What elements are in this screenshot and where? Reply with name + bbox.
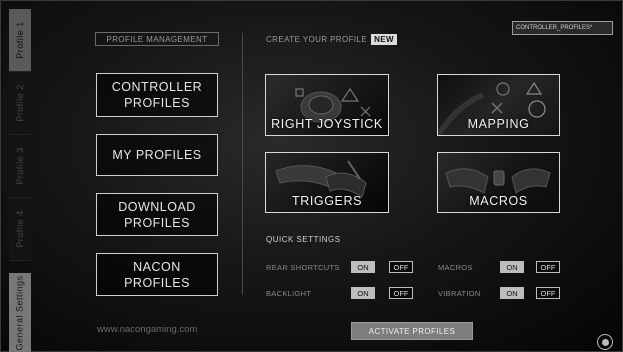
nacon-profiles-button[interactable]: NACON PROFILES: [96, 253, 218, 296]
tile-label: MAPPING: [467, 117, 530, 131]
tab-general-settings[interactable]: General Settings: [9, 273, 31, 352]
macros-label: MACROS: [438, 263, 473, 272]
profile-management-label: PROFILE MANAGEMENT: [95, 32, 219, 46]
home-circle-icon[interactable]: [597, 334, 613, 350]
tab-profile-1[interactable]: Profile 1: [9, 9, 31, 72]
macros-off-button[interactable]: OFF: [536, 261, 560, 273]
tab-label: Profile 2: [15, 84, 25, 122]
tile-label: RIGHT JOYSTICK: [271, 117, 383, 131]
tab-label: Profile 1: [15, 21, 25, 59]
create-profile-header: CREATE YOUR PROFILE NEW: [266, 34, 397, 45]
rear-shortcuts-on-button[interactable]: ON: [351, 261, 375, 273]
backlight-label: BACKLIGHT: [266, 289, 312, 298]
backlight-on-button[interactable]: ON: [351, 287, 375, 299]
controller-profiles-button[interactable]: CONTROLLER PROFILES: [96, 73, 218, 117]
right-joystick-tile[interactable]: RIGHT JOYSTICK: [265, 74, 389, 136]
download-profiles-button[interactable]: DOWNLOAD PROFILES: [96, 193, 218, 236]
tab-label: Profile 4: [15, 210, 25, 248]
quick-settings-title: QUICK SETTINGS: [266, 235, 341, 244]
profile-tabs: Profile 1 Profile 2 Profile 3 Profile 4 …: [9, 9, 31, 352]
profile-select[interactable]: CONTROLLER_PROFILES*: [512, 21, 613, 35]
backlight-off-button[interactable]: OFF: [389, 287, 413, 299]
tile-label: TRIGGERS: [291, 194, 363, 208]
home-dot: [601, 338, 609, 346]
vibration-off-button[interactable]: OFF: [536, 287, 560, 299]
triggers-tile[interactable]: TRIGGERS: [265, 152, 389, 213]
tab-label: General Settings: [15, 274, 26, 351]
my-profiles-button[interactable]: MY PROFILES: [96, 134, 218, 176]
macros-tile[interactable]: MACROS: [437, 152, 560, 213]
create-profile-label: CREATE YOUR PROFILE: [266, 35, 368, 44]
vibration-label: VIBRATION: [438, 289, 481, 298]
tab-profile-2[interactable]: Profile 2: [9, 72, 31, 135]
macros-on-button[interactable]: ON: [500, 261, 524, 273]
website-link[interactable]: www.nacongaming.com: [97, 324, 197, 335]
mapping-tile[interactable]: MAPPING: [437, 74, 560, 136]
column-divider: [242, 33, 243, 295]
tile-label: MACROS: [469, 194, 528, 208]
tab-profile-3[interactable]: Profile 3: [9, 135, 31, 198]
tab-label: Profile 3: [15, 147, 25, 185]
vibration-on-button[interactable]: ON: [500, 287, 524, 299]
new-badge: NEW: [371, 34, 397, 45]
tab-profile-4[interactable]: Profile 4: [9, 198, 31, 261]
rear-shortcuts-off-button[interactable]: OFF: [389, 261, 413, 273]
app-window: Profile 1 Profile 2 Profile 3 Profile 4 …: [0, 0, 623, 352]
activate-profiles-button[interactable]: ACTIVATE PROFILES: [351, 322, 473, 340]
rear-shortcuts-label: REAR SHORTCUTS: [266, 263, 340, 272]
